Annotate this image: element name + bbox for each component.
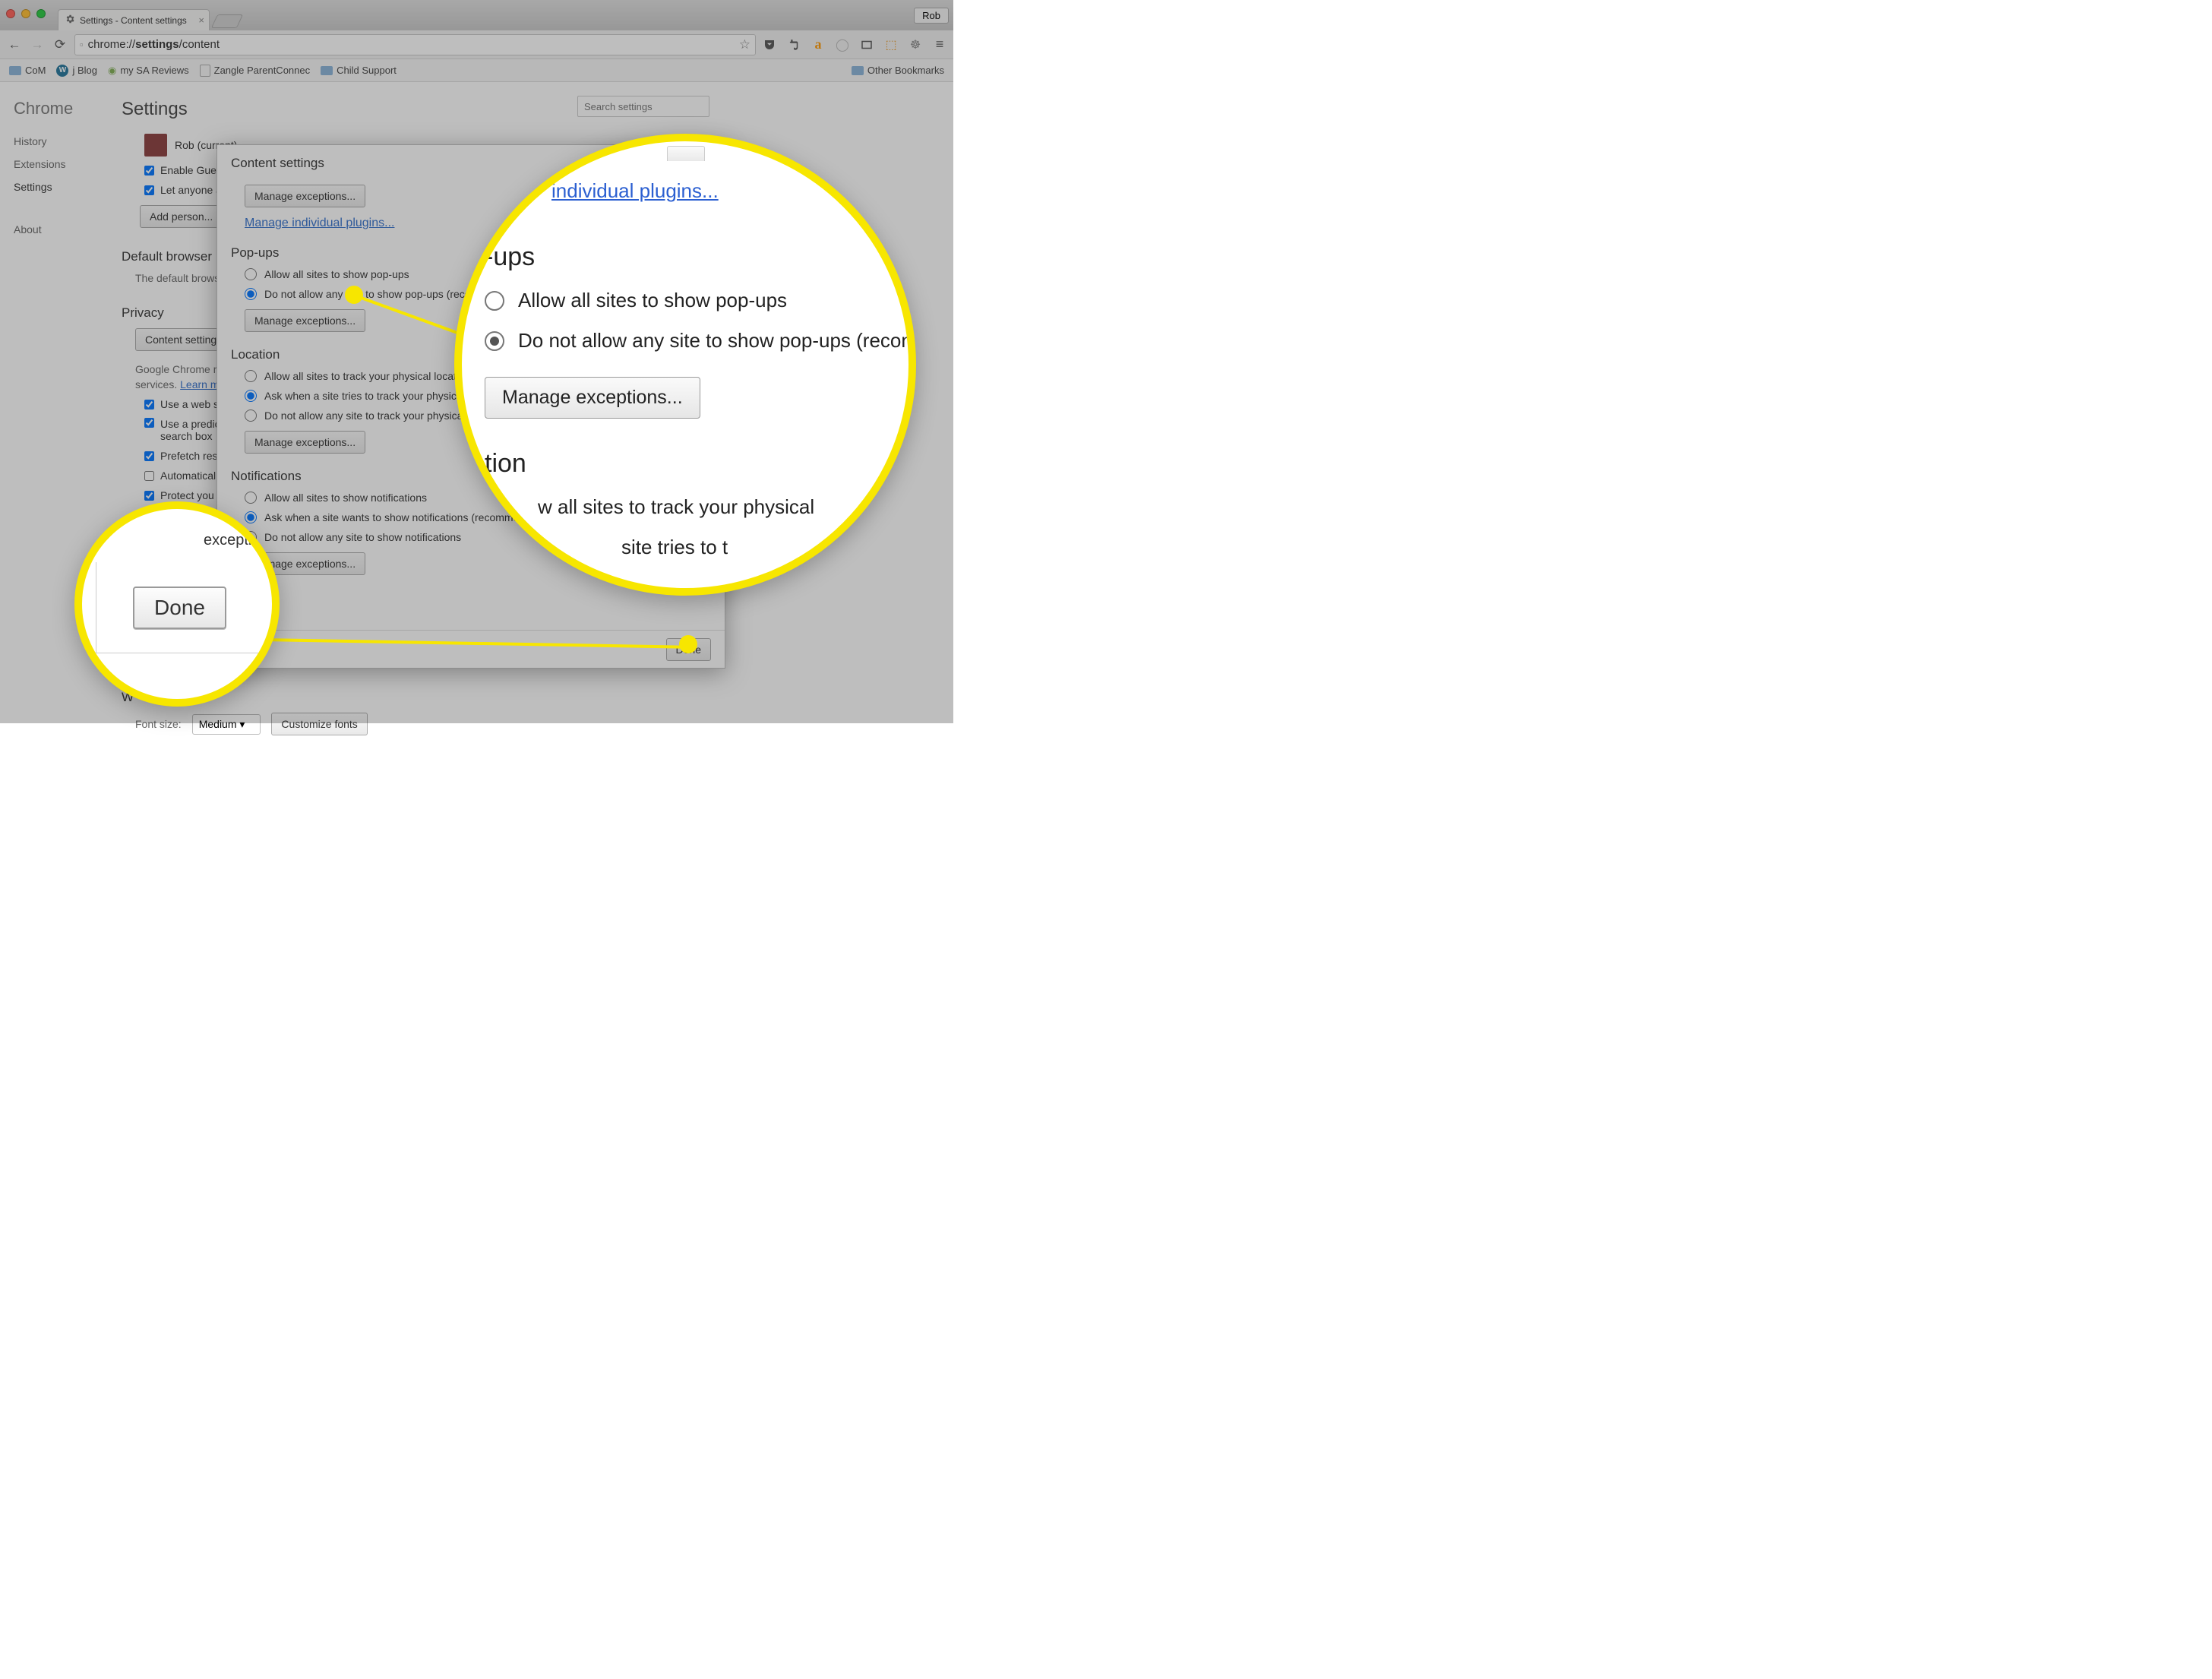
webservice-checkbox[interactable] bbox=[144, 400, 154, 409]
loc-exceptions-button[interactable]: Manage exceptions... bbox=[245, 431, 365, 454]
loc-allow-radio[interactable] bbox=[245, 370, 257, 382]
popups-exceptions-button[interactable]: Manage exceptions... bbox=[245, 309, 365, 332]
annotation-zoom-done: exceptions... Done bbox=[74, 501, 280, 707]
bookmark-star-icon[interactable]: ☆ bbox=[739, 37, 750, 52]
font-size-label: Font size: bbox=[135, 718, 182, 730]
other-bookmarks[interactable]: Other Bookmarks bbox=[852, 65, 944, 76]
annotation-dot-1 bbox=[345, 286, 363, 304]
sidebar-history[interactable]: History bbox=[14, 135, 114, 147]
zoom-popups-heading: -ups bbox=[485, 242, 916, 272]
profile-avatar bbox=[144, 134, 167, 157]
annotation-zoom-popups: individual plugins... -ups Allow all sit… bbox=[454, 134, 916, 596]
profile-switcher-button[interactable]: Rob bbox=[914, 8, 949, 24]
bookmark-folder-child[interactable]: Child Support bbox=[321, 65, 397, 76]
tab-title: Settings - Content settings bbox=[80, 15, 187, 26]
page-icon: ▫ bbox=[80, 39, 84, 50]
add-person-button[interactable]: Add person... bbox=[140, 205, 223, 228]
wordpress-icon: W bbox=[56, 65, 68, 77]
protect-checkbox[interactable] bbox=[144, 491, 154, 501]
amazon-icon[interactable]: a bbox=[811, 37, 826, 52]
omnibox[interactable]: ▫ chrome://settings/content ☆ bbox=[74, 34, 756, 55]
bookmark-zangle[interactable]: Zangle ParentConnec bbox=[200, 65, 310, 77]
manage-plugins-link[interactable]: Manage individual plugins... bbox=[245, 217, 394, 229]
zoom-plugins-link: individual plugins... bbox=[551, 179, 719, 202]
loc-ask-radio[interactable] bbox=[245, 390, 257, 402]
cast-icon[interactable] bbox=[859, 37, 874, 52]
auto-checkbox[interactable] bbox=[144, 471, 154, 481]
menu-icon[interactable]: ≡ bbox=[932, 37, 947, 52]
folder-icon bbox=[9, 66, 21, 75]
zoom-location-heading: tion bbox=[485, 449, 916, 479]
guest-checkbox[interactable] bbox=[144, 166, 154, 175]
loc-block-radio[interactable] bbox=[245, 409, 257, 422]
prediction-checkbox[interactable] bbox=[144, 418, 154, 428]
sidebar-extensions[interactable]: Extensions bbox=[14, 158, 114, 170]
zoom-radio-icon bbox=[485, 291, 504, 311]
prefetch-checkbox[interactable] bbox=[144, 451, 154, 461]
reload-button[interactable]: ⟳ bbox=[52, 37, 68, 52]
zoom-loc-ask: site tries to t bbox=[621, 536, 916, 559]
zoom-exceptions-tail: exceptions... bbox=[204, 532, 280, 549]
gear-icon bbox=[65, 14, 75, 27]
search-settings-input[interactable] bbox=[577, 96, 709, 117]
extension-icon-2[interactable]: ⬚ bbox=[883, 37, 899, 52]
zoom-done-button: Done bbox=[133, 587, 226, 629]
plugins-exceptions-button[interactable]: Manage exceptions... bbox=[245, 185, 365, 207]
new-tab-button[interactable] bbox=[211, 14, 243, 28]
folder-icon bbox=[321, 66, 333, 75]
customize-fonts-button[interactable]: Customize fonts bbox=[271, 713, 367, 735]
page-icon bbox=[200, 65, 210, 77]
page-title: Settings bbox=[122, 99, 188, 120]
folder-icon bbox=[852, 66, 864, 75]
forward-button: → bbox=[29, 37, 46, 52]
evernote-icon[interactable] bbox=[786, 37, 801, 52]
pocket-icon[interactable] bbox=[762, 37, 777, 52]
browser-tab-settings[interactable]: Settings - Content settings × bbox=[58, 9, 210, 30]
bookmarks-bar: CoM Wj Blog ◉my SA Reviews Zangle Parent… bbox=[0, 59, 953, 82]
zoom-loc-allow: w all sites to track your physical bbox=[538, 495, 916, 519]
popups-allow-radio[interactable] bbox=[245, 268, 257, 280]
zoom-radio-selected-icon bbox=[485, 331, 504, 351]
window-min-yellow[interactable] bbox=[21, 9, 30, 18]
zoom-popups-block: Do not allow any site to show pop-ups (r… bbox=[485, 329, 916, 353]
sidebar-about[interactable]: About bbox=[14, 223, 114, 236]
zoom-manage-exceptions-button: Manage exceptions... bbox=[485, 377, 700, 419]
extension-icon-1[interactable]: ◯ bbox=[835, 37, 850, 52]
zoom-exceptions-btn-fragment bbox=[667, 146, 705, 161]
window-close-red[interactable] bbox=[6, 9, 15, 18]
sidebar-settings[interactable]: Settings bbox=[14, 181, 114, 193]
popups-block-radio[interactable] bbox=[245, 288, 257, 300]
globe-icon: ◉ bbox=[108, 65, 116, 77]
bookmark-folder-com[interactable]: CoM bbox=[9, 65, 46, 76]
tab-close-icon[interactable]: × bbox=[198, 14, 204, 26]
annotation-dot-2 bbox=[679, 635, 697, 653]
font-size-select[interactable]: Medium ▾ bbox=[192, 714, 261, 735]
back-button[interactable]: ← bbox=[6, 37, 23, 52]
bookmark-jblog[interactable]: Wj Blog bbox=[56, 65, 97, 77]
extension-icon-3[interactable]: ☸ bbox=[908, 37, 923, 52]
zoom-popups-allow: Allow all sites to show pop-ups bbox=[485, 289, 916, 312]
notif-allow-radio[interactable] bbox=[245, 492, 257, 504]
window-zoom-green[interactable] bbox=[36, 9, 46, 18]
webcontent-heading: W bbox=[122, 690, 953, 705]
notif-ask-radio[interactable] bbox=[245, 511, 257, 523]
sidebar-title: Chrome bbox=[14, 99, 114, 119]
anyone-checkbox[interactable] bbox=[144, 185, 154, 195]
bookmark-sa[interactable]: ◉my SA Reviews bbox=[108, 65, 189, 77]
